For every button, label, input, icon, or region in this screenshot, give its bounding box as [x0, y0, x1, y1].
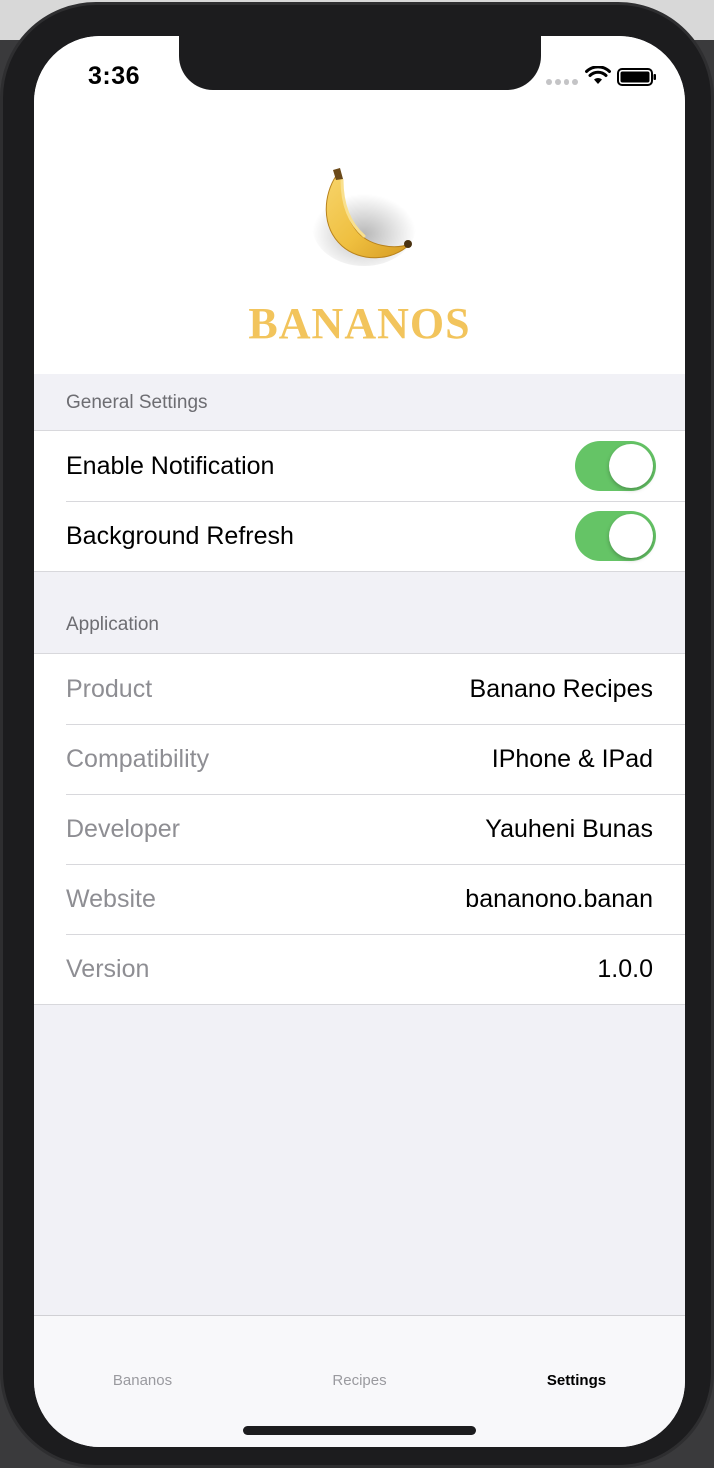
- row-developer: Developer Yauheni Bunas: [34, 794, 685, 864]
- tab-recipes[interactable]: Recipes: [251, 1372, 468, 1389]
- wifi-icon: [585, 65, 611, 86]
- toggle-knob: [609, 514, 653, 558]
- enable-notification-toggle[interactable]: [575, 441, 656, 491]
- row-product: Product Banano Recipes: [34, 654, 685, 724]
- version-key: Version: [66, 954, 150, 983]
- website-value[interactable]: bananono.banan: [465, 885, 653, 914]
- status-time: 3:36: [88, 62, 141, 90]
- compatibility-key: Compatibility: [66, 744, 210, 773]
- phone-frame: BANANOS 3:36 General Settings Enable Not: [0, 2, 714, 1468]
- product-value: Banano Recipes: [469, 674, 653, 703]
- section-header-application: Application: [66, 614, 159, 635]
- device-notch: [179, 36, 541, 90]
- row-background-refresh: Background Refresh: [34, 501, 685, 571]
- row-enable-notification: Enable Notification: [34, 431, 685, 501]
- developer-key: Developer: [66, 814, 180, 843]
- row-compatibility: Compatibility IPhone & IPad: [34, 724, 685, 794]
- tab-settings[interactable]: Settings: [468, 1372, 685, 1389]
- product-key: Product: [66, 674, 153, 703]
- row-version: Version 1.0.0: [34, 934, 685, 1004]
- home-indicator[interactable]: [243, 1426, 476, 1435]
- compatibility-value: IPhone & IPad: [491, 744, 653, 773]
- cellular-signal-icon: [546, 79, 578, 85]
- section-header-general: General Settings: [66, 392, 208, 413]
- brand-title: BANANOS: [248, 299, 471, 348]
- general-settings-group: Enable Notification Background Refresh: [34, 430, 685, 572]
- battery-icon: [617, 68, 657, 86]
- website-key: Website: [66, 884, 156, 913]
- banana-icon: [302, 164, 422, 274]
- background-refresh-toggle[interactable]: [575, 511, 656, 561]
- background-refresh-label: Background Refresh: [66, 521, 294, 550]
- enable-notification-label: Enable Notification: [66, 451, 275, 480]
- row-website[interactable]: Website bananono.banan: [34, 864, 685, 934]
- developer-value: Yauheni Bunas: [485, 814, 653, 843]
- application-group: Product Banano Recipes Compatibility IPh…: [34, 653, 685, 1005]
- device-screen: BANANOS 3:36 General Settings Enable Not: [34, 36, 685, 1447]
- tab-bananos[interactable]: Bananos: [34, 1372, 251, 1389]
- toggle-knob: [609, 444, 653, 488]
- version-value: 1.0.0: [597, 954, 653, 983]
